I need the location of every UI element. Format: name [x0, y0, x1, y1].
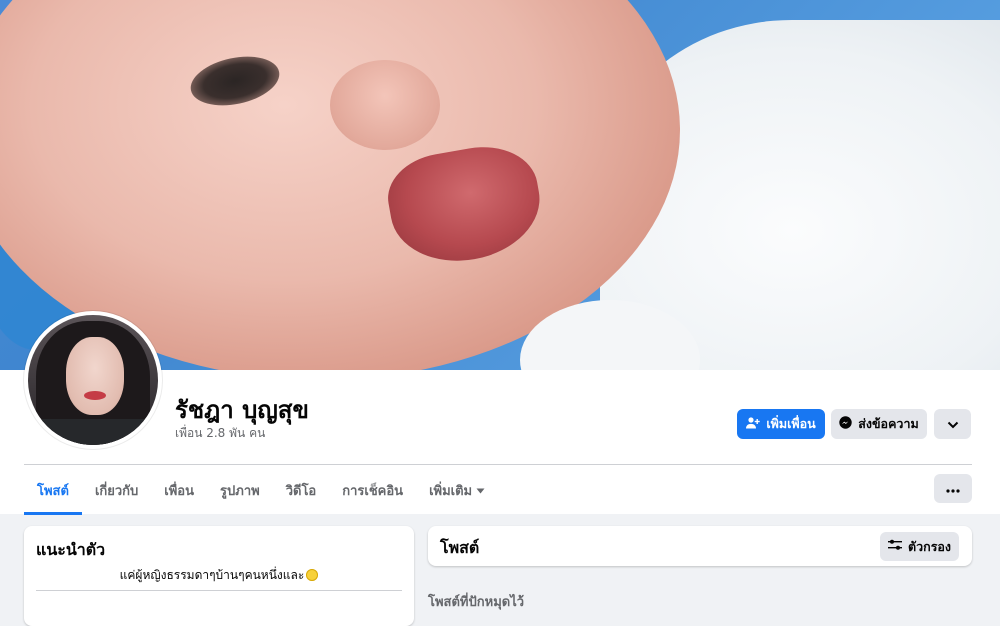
friend-count[interactable]: เพื่อน 2.8 พัน คน	[175, 424, 265, 443]
filter-label: ตัวกรอง	[907, 538, 952, 554]
caret-down-icon	[476, 483, 485, 498]
tab-videos[interactable]: วิดีโอ	[273, 466, 330, 514]
tab-photos[interactable]: รูปภาพ	[207, 466, 273, 514]
profile-avatar[interactable]	[24, 311, 162, 449]
tab-label: วิดีโอ	[285, 483, 317, 499]
avatar-photo	[28, 315, 158, 445]
messenger-icon	[839, 416, 852, 432]
tab-label: โพสต์	[37, 483, 69, 499]
bio-text: แค่ผู้หญิงธรรมดาๆบ้านๆคนหนึ่งและ	[119, 568, 305, 582]
intro-card: แนะนำตัว แค่ผู้หญิงธรรมดาๆบ้านๆคนหนึ่งแล…	[24, 526, 414, 626]
intro-bio: แค่ผู้หญิงธรรมดาๆบ้านๆคนหนึ่งและ	[24, 566, 414, 585]
profile-tabs: โพสต์ เกี่ยวกับ เพื่อน รูปภาพ วิดีโอ การ…	[24, 466, 498, 515]
tab-label: เพื่อน	[164, 483, 195, 499]
posts-title: โพสต์	[440, 538, 480, 557]
tab-label: เพิ่มเติม	[429, 483, 473, 499]
header-divider	[24, 464, 972, 465]
tab-about[interactable]: เกี่ยวกับ	[82, 466, 151, 514]
avatar-lips	[84, 391, 106, 400]
chevron-down-icon	[947, 417, 959, 432]
add-friend-label: เพิ่มเพื่อน	[766, 416, 816, 431]
tab-friends[interactable]: เพื่อน	[151, 466, 207, 514]
tab-label: รูปภาพ	[220, 483, 260, 499]
cover-photo[interactable]	[0, 0, 1000, 370]
message-label: ส่งข้อความ	[858, 416, 919, 431]
tab-posts[interactable]: โพสต์	[24, 466, 82, 515]
avatar-face	[66, 337, 124, 415]
tab-checkins[interactable]: การเช็คอิน	[329, 466, 416, 514]
add-friend-button[interactable]: เพิ่มเพื่อน	[737, 409, 825, 439]
message-button[interactable]: ส่งข้อความ	[831, 409, 927, 439]
expand-actions-button[interactable]	[934, 409, 971, 439]
tab-label: การเช็คอิน	[342, 483, 404, 499]
smiling-face-icon	[306, 569, 319, 581]
tab-label: เกี่ยวกับ	[94, 483, 139, 499]
person-plus-icon	[746, 416, 761, 432]
sliders-icon	[887, 539, 902, 554]
intro-divider	[36, 590, 402, 591]
intro-title: แนะนำตัว	[36, 540, 106, 559]
ellipsis-icon	[946, 481, 960, 496]
filter-button[interactable]: ตัวกรอง	[880, 532, 959, 561]
cover-nose	[330, 60, 440, 150]
more-options-button[interactable]	[934, 474, 972, 503]
avatar-shirt	[28, 419, 158, 445]
tab-more[interactable]: เพิ่มเติม	[416, 466, 498, 514]
pinned-posts-heading: โพสต์ที่ปักหมุดไว้	[428, 595, 525, 610]
